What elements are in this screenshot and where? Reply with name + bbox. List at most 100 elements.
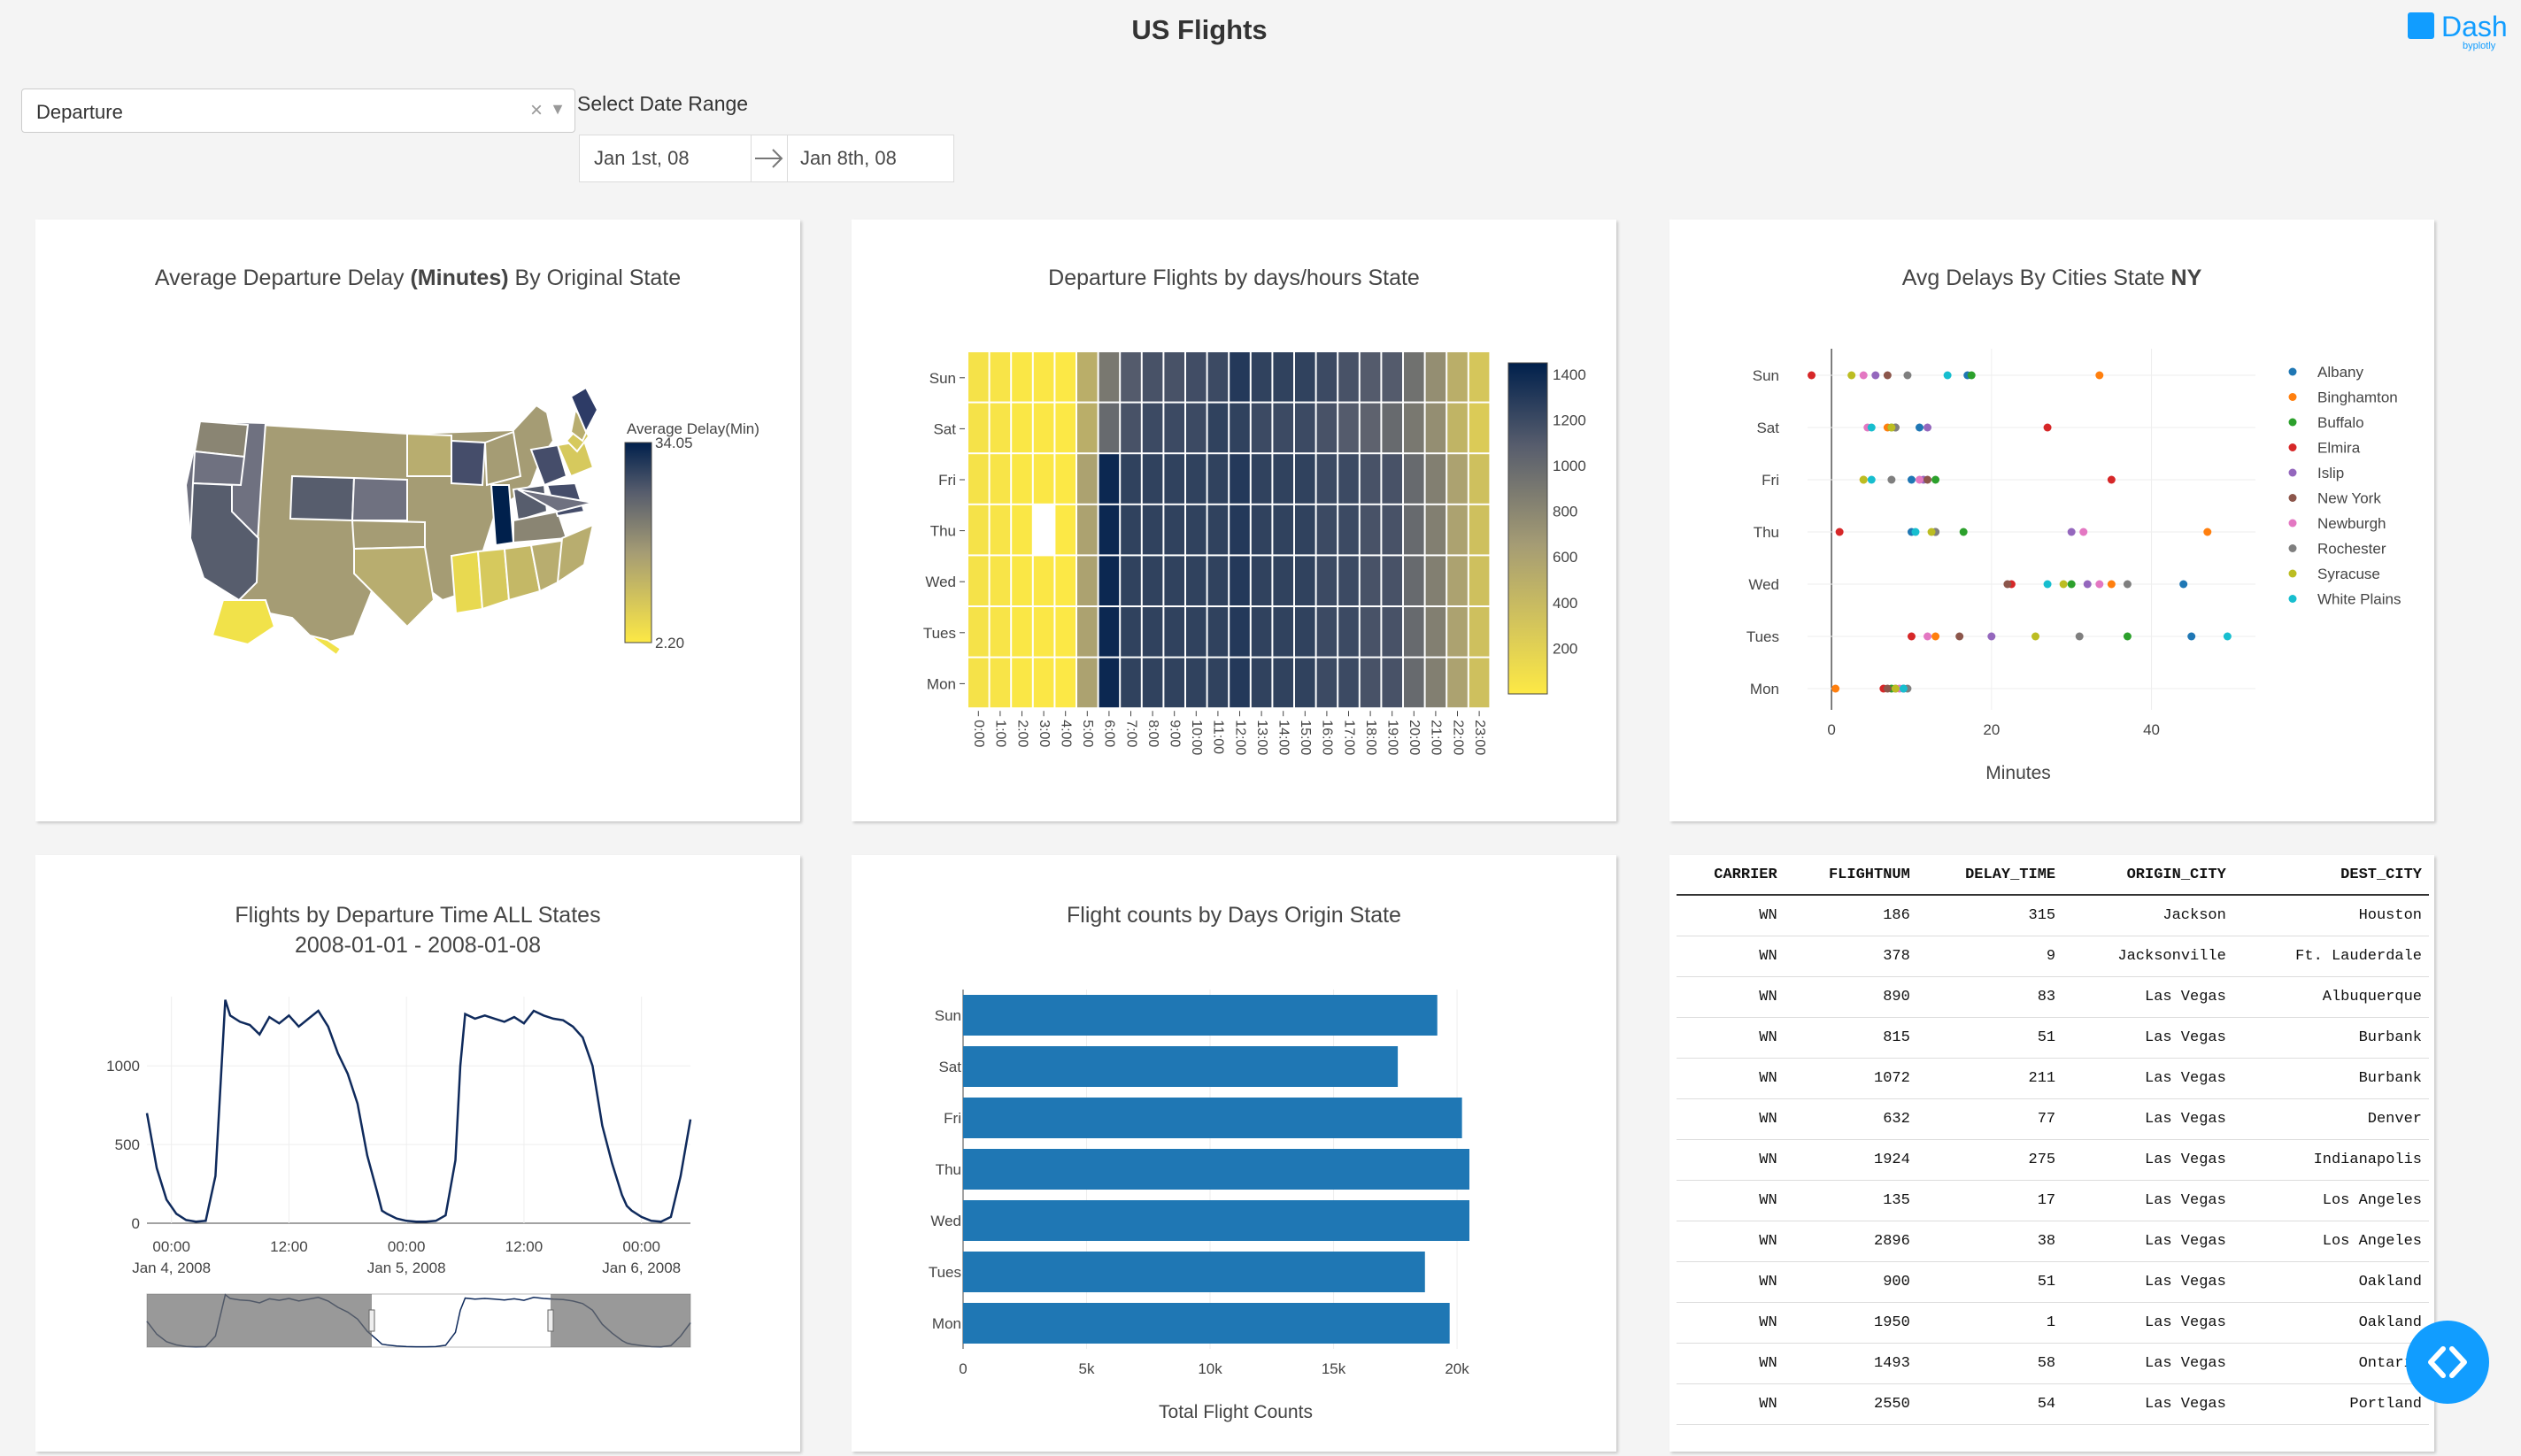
heatmap-cell[interactable] (1338, 454, 1359, 504)
heatmap-cell[interactable] (1230, 658, 1250, 708)
heatmap-cell[interactable] (1164, 454, 1184, 504)
heatmap-cell[interactable] (1099, 403, 1120, 453)
heatmap-cell[interactable] (1404, 454, 1424, 504)
scatter-point[interactable] (1924, 475, 1932, 484)
scatter-point[interactable] (1883, 371, 1892, 380)
heatmap-cell[interactable] (1121, 454, 1141, 504)
scatter-legend-item[interactable]: Albany (2317, 364, 2363, 381)
heatmap-cell[interactable] (1230, 403, 1250, 453)
table-row[interactable]: WN 632 77 Las Vegas Denver (1677, 1098, 2429, 1140)
scatter-point[interactable] (2043, 580, 2052, 589)
table-row[interactable]: WN 900 51 Las Vegas Oakland (1677, 1261, 2429, 1303)
scatter-legend-marker[interactable] (2288, 443, 2297, 451)
scatter-chart[interactable]: Avg Delays By Cities State NY Minutes 0 2… (1669, 220, 2434, 821)
heatmap-cell[interactable] (1164, 556, 1184, 605)
heatmap-cell[interactable] (1230, 607, 1250, 657)
line-chart[interactable]: Flights by Departure Time ALL States 200… (35, 855, 800, 1452)
heatmap-cell[interactable] (1469, 352, 1490, 402)
heatmap-cell[interactable] (1099, 352, 1120, 402)
heatmap-cell[interactable] (1142, 403, 1163, 453)
heatmap-cell[interactable] (1382, 403, 1402, 453)
table-row[interactable]: WN 378 9 Jacksonville Ft. Lauderdale (1677, 936, 2429, 977)
table-header-cell[interactable]: FLIGHTNUM (1784, 855, 1917, 896)
scatter-point[interactable] (1831, 684, 1840, 693)
heatmap-cell[interactable] (1012, 607, 1032, 657)
heatmap-cell[interactable] (1121, 556, 1141, 605)
scatter-legend-marker[interactable] (2288, 418, 2297, 427)
heatmap-cell[interactable] (1077, 556, 1098, 605)
heatmap-cell[interactable] (1055, 505, 1075, 555)
scatter-point[interactable] (1859, 371, 1868, 380)
heatmap-cell[interactable] (968, 352, 989, 402)
scatter-point[interactable] (1808, 371, 1816, 380)
heatmap-cell[interactable] (1404, 607, 1424, 657)
heatmap-cell[interactable] (990, 403, 1011, 453)
heatmap-cell[interactable] (1055, 607, 1075, 657)
table-row[interactable]: WN 135 17 Las Vegas Los Angeles (1677, 1180, 2429, 1221)
scatter-point[interactable] (2179, 580, 2188, 589)
scatter-legend-marker[interactable] (2288, 393, 2297, 401)
end-date-input[interactable]: Jan 8th, 08 (787, 135, 953, 181)
heatmap-cell[interactable] (990, 658, 1011, 708)
heatmap-cell[interactable] (1207, 556, 1229, 605)
scatter-point[interactable] (1907, 632, 1916, 641)
heatmap-cell[interactable] (1230, 352, 1250, 402)
bar[interactable] (963, 1200, 1469, 1241)
bar[interactable] (963, 1252, 1425, 1292)
heatmap-cell[interactable] (1033, 556, 1054, 605)
heatmap-cell[interactable] (1077, 454, 1098, 504)
heatmap-cell[interactable] (968, 556, 989, 605)
heatmap-cell[interactable] (1164, 658, 1184, 708)
scatter-point[interactable] (1955, 632, 1964, 641)
heatmap-cell[interactable] (1099, 505, 1120, 555)
heatmap-cell[interactable] (1033, 505, 1054, 555)
heatmap-cell[interactable] (1207, 505, 1229, 555)
scatter-legend-item[interactable]: White Plains (2317, 591, 2401, 608)
scatter-point[interactable] (1871, 371, 1880, 380)
heatmap-cell[interactable] (1186, 505, 1207, 555)
heatmap-cell[interactable] (1055, 658, 1075, 708)
heatmap-cell[interactable] (1273, 556, 1293, 605)
heatmap-cell[interactable] (1382, 352, 1402, 402)
scatter-point[interactable] (2223, 632, 2232, 641)
heatmap-cell[interactable] (1382, 658, 1402, 708)
heatmap-cell[interactable] (1316, 658, 1338, 708)
heatmap-cell[interactable] (968, 607, 989, 657)
bar[interactable] (963, 1149, 1469, 1190)
scatter-point[interactable] (1931, 632, 1940, 641)
heatmap-cell[interactable] (1207, 454, 1229, 504)
heatmap-cell[interactable] (1469, 505, 1490, 555)
scatter-point[interactable] (2043, 423, 2052, 432)
scatter-point[interactable] (1907, 475, 1916, 484)
heatmap-cell[interactable] (968, 658, 989, 708)
table-header-cell[interactable]: DELAY_TIME (1916, 855, 2063, 896)
scatter-point[interactable] (2107, 580, 2116, 589)
scatter-point[interactable] (2067, 580, 2076, 589)
table-header-cell[interactable]: ORIGIN_CITY (2062, 855, 2233, 896)
scatter-legend-item[interactable]: Syracuse (2317, 566, 2380, 582)
heatmap-cell[interactable] (1469, 658, 1490, 708)
scatter-legend-item[interactable]: Binghamton (2317, 389, 2398, 406)
table-row[interactable]: WN 815 51 Las Vegas Burbank (1677, 1017, 2429, 1059)
scatter-legend-marker[interactable] (2288, 569, 2297, 578)
scatter-point[interactable] (1916, 475, 1924, 484)
heatmap-cell[interactable] (1273, 658, 1293, 708)
scatter-point[interactable] (1931, 475, 1940, 484)
heatmap-cell[interactable] (1360, 607, 1381, 657)
heatmap-cell[interactable] (1121, 403, 1141, 453)
heatmap-cell[interactable] (1273, 607, 1293, 657)
scatter-point[interactable] (2123, 632, 2132, 641)
heatmap-cell[interactable] (1251, 556, 1272, 605)
heatmap-cell[interactable] (1251, 403, 1272, 453)
heatmap-cell[interactable] (1295, 352, 1315, 402)
heatmap-cell[interactable] (1338, 403, 1359, 453)
heatmap-cell[interactable] (1012, 454, 1032, 504)
heatmap-cell[interactable] (1186, 403, 1207, 453)
range-slider-mask-right[interactable] (551, 1294, 690, 1347)
us-map[interactable] (184, 386, 599, 657)
heatmap-cell[interactable] (1099, 556, 1120, 605)
scatter-point[interactable] (2123, 580, 2132, 589)
heatmap-cell[interactable] (1033, 403, 1054, 453)
scatter-point[interactable] (1887, 423, 1896, 432)
heatmap-cell[interactable] (1033, 607, 1054, 657)
